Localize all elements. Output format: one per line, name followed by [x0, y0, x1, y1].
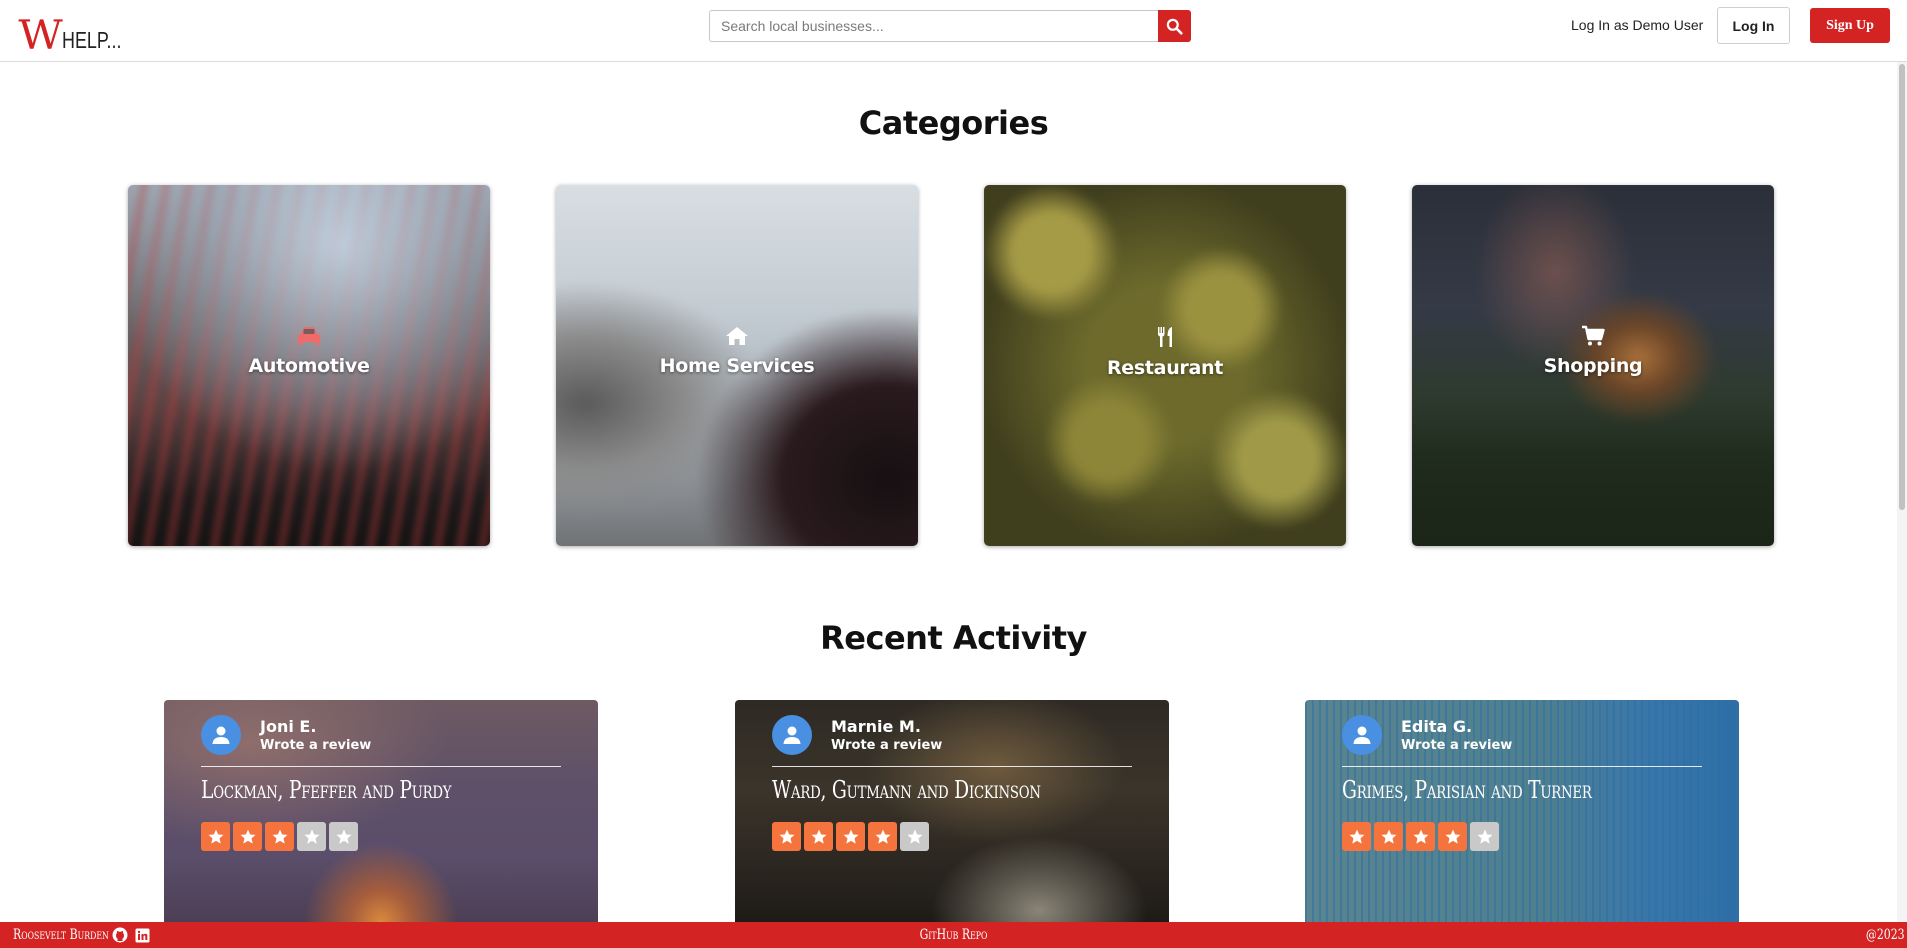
category-label: Home Services — [659, 355, 815, 377]
user-icon — [783, 726, 801, 744]
card-divider — [201, 766, 561, 767]
search-icon — [1166, 18, 1183, 35]
logo-letter-w: W — [18, 13, 63, 59]
reviewer-name[interactable]: Joni E. — [260, 717, 316, 736]
home-icon — [726, 327, 748, 345]
logo-wordmark: HELP... — [62, 27, 122, 53]
top-navbar: W HELP... Log In as Demo User Log In Sig… — [0, 0, 1907, 62]
business-name[interactable]: Lockman, Pfeffer and Purdy — [201, 776, 452, 804]
star-icon — [1374, 822, 1403, 851]
copyright-text: @2023 — [1866, 927, 1905, 943]
utensils-icon — [1158, 327, 1172, 347]
user-avatar[interactable] — [772, 715, 812, 755]
github-repo-link[interactable]: GitHub Repo — [920, 927, 988, 943]
signup-button[interactable]: Sign Up — [1810, 8, 1890, 43]
activity-type: Wrote a review — [831, 738, 943, 753]
star-icon — [233, 822, 262, 851]
star-icon — [201, 822, 230, 851]
whelp-logo[interactable]: W HELP... — [18, 6, 138, 59]
search-input[interactable] — [709, 10, 1158, 42]
star-rating — [201, 822, 358, 851]
star-rating — [772, 822, 929, 851]
activity-card[interactable]: Joni E. Wrote a review Lockman, Pfeffer … — [164, 700, 598, 922]
footer: Roosevelt Burden GitHub Repo @2023 — [0, 922, 1907, 948]
star-icon — [1438, 822, 1467, 851]
card-divider — [772, 766, 1132, 767]
login-button[interactable]: Log In — [1717, 7, 1790, 44]
reviewer-name[interactable]: Marnie M. — [831, 717, 921, 736]
star-icon — [772, 822, 801, 851]
star-icon — [297, 822, 326, 851]
star-icon — [804, 822, 833, 851]
star-icon — [1406, 822, 1435, 851]
reviewer-name[interactable]: Edita G. — [1401, 717, 1472, 736]
user-avatar[interactable] — [201, 715, 241, 755]
card-divider — [1342, 766, 1702, 767]
categories-heading: Categories — [858, 104, 1049, 142]
category-card-automotive[interactable]: Automotive — [128, 185, 490, 546]
search-button[interactable] — [1158, 10, 1191, 42]
star-icon — [836, 822, 865, 851]
demo-login-link[interactable]: Log In as Demo User — [1571, 17, 1703, 33]
business-name[interactable]: Grimes, Parisian and Turner — [1342, 776, 1592, 804]
activity-type: Wrote a review — [260, 738, 372, 753]
business-name[interactable]: Ward, Gutmann and Dickinson — [772, 776, 1041, 804]
star-icon — [1470, 822, 1499, 851]
category-card-shopping[interactable]: Shopping — [1412, 185, 1774, 546]
category-card-home-services[interactable]: Home Services — [556, 185, 918, 546]
category-label: Shopping — [1543, 355, 1643, 377]
activity-card[interactable]: Edita G. Wrote a review Grimes, Parisian… — [1305, 700, 1739, 922]
category-label: Restaurant — [1106, 357, 1224, 379]
star-icon — [868, 822, 897, 851]
activity-card[interactable]: Marnie M. Wrote a review Ward, Gutmann a… — [735, 700, 1169, 922]
cart-icon — [1582, 325, 1605, 346]
category-label: Automotive — [248, 355, 370, 377]
user-icon — [212, 726, 230, 744]
star-rating — [1342, 822, 1499, 851]
search-bar — [709, 10, 1191, 42]
category-card-restaurant[interactable]: Restaurant — [984, 185, 1346, 546]
car-icon — [298, 327, 320, 345]
page-scrollbar[interactable] — [1897, 62, 1907, 922]
star-icon — [329, 822, 358, 851]
star-icon — [265, 822, 294, 851]
recent-activity-heading: Recent Activity — [820, 619, 1087, 657]
star-icon — [1342, 822, 1371, 851]
activity-type: Wrote a review — [1401, 738, 1513, 753]
user-avatar[interactable] — [1342, 715, 1382, 755]
star-icon — [900, 822, 929, 851]
user-icon — [1353, 726, 1371, 744]
